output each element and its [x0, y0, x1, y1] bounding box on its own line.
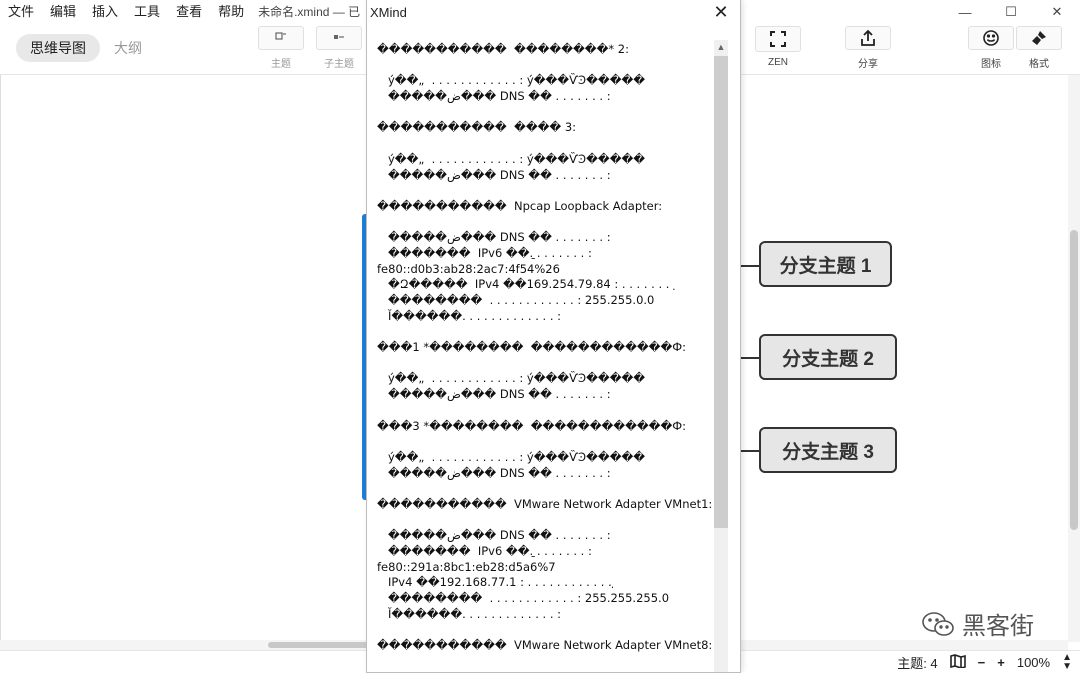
- map-icon[interactable]: [950, 654, 966, 671]
- console-line: �����ض��� DNS ��׺ . . . . . . . :: [377, 528, 712, 544]
- console-line: ����������� Npcap Loopback Adapter:: [377, 199, 712, 215]
- console-line: �������� . . . . . . . . . . . . : 255.2…: [377, 591, 712, 607]
- minimize-button[interactable]: —: [942, 0, 988, 24]
- console-line: ý��„ . . . . . . . . . . . . : ý���ѶϿ���…: [377, 73, 712, 89]
- console-line: ���3 *�������� ������������Ф:: [377, 419, 712, 435]
- console-line: ����������� VMware Network Adapter VMnet…: [377, 638, 712, 654]
- icons-button[interactable]: 图标: [966, 26, 1016, 70]
- subtopic-label: 子主题: [324, 55, 354, 70]
- console-line: ������� IPv6 ��ַ. . . . . . . . :: [377, 544, 712, 560]
- console-line: [377, 58, 712, 74]
- console-line: ý��„ . . . . . . . . . . . . : ý���ѶϿ���…: [377, 371, 712, 387]
- console-line: �������� . . . . . . . . . . . . : 255.2…: [377, 293, 712, 309]
- share-button[interactable]: 分享: [843, 26, 893, 70]
- console-line: fe80::d0b3:ab28:2ac7:4f54%26: [377, 262, 712, 278]
- topic-button[interactable]: 主题: [256, 26, 306, 70]
- subtopic-button[interactable]: 子主题: [314, 26, 364, 70]
- console-line: [377, 513, 712, 529]
- console-line: [377, 622, 712, 638]
- console-line: ����������� ���� 3:: [377, 120, 712, 136]
- branch-topic-1[interactable]: 分支主题 1: [759, 241, 892, 287]
- fullscreen-icon: [755, 26, 801, 52]
- zoom-level[interactable]: 100%: [1017, 655, 1050, 670]
- console-line: [377, 434, 712, 450]
- console-line: [377, 105, 712, 121]
- window-controls: — ☐ ✕: [942, 0, 1080, 24]
- popup-title: XMind: [370, 5, 407, 20]
- console-line: �Զ����� IPv4 ��169.254.79.84 : . . . . .…: [377, 277, 712, 293]
- topic-count: 主题: 4: [897, 653, 937, 672]
- scroll-thumb[interactable]: [1070, 230, 1078, 530]
- console-line: ����������� VMware Network Adapter VMnet…: [377, 497, 712, 513]
- console-line: ������� IPv6 ��ַ. . . . . . . . :: [377, 246, 712, 262]
- topic-label: 主题: [271, 55, 291, 70]
- view-switcher: 思维导图 大纲: [16, 34, 156, 62]
- console-line: �����ض��� DNS ��׺ . . . . . . . :: [377, 89, 712, 105]
- console-line: �����ض��� DNS ��׺ . . . . . . . :: [377, 168, 712, 184]
- console-line: ý��„ . . . . . . . . . . . . : ý���ѶϿ���…: [377, 152, 712, 168]
- format-button[interactable]: 格式: [1014, 26, 1064, 70]
- format-label: 格式: [1029, 55, 1049, 70]
- menu-insert[interactable]: 插入: [84, 0, 126, 24]
- menu-help[interactable]: 帮助: [210, 0, 252, 24]
- console-line: �����ض��� DNS ��׺ . . . . . . . :: [377, 387, 712, 403]
- zoom-in-button[interactable]: +: [997, 655, 1005, 670]
- icons-label: 图标: [981, 55, 1001, 70]
- menu-tools[interactable]: 工具: [126, 0, 168, 24]
- console-line: fe80::291a:8bc1:eb28:d5a6%7: [377, 560, 712, 576]
- share-label: 分享: [858, 55, 878, 70]
- console-line: [377, 403, 712, 419]
- canvas-edge: [0, 75, 1, 640]
- share-icon: [845, 26, 891, 50]
- console-line: Ĭ������. . . . . . . . . . . . . :: [377, 607, 712, 623]
- tab-mindmap[interactable]: 思维导图: [16, 34, 100, 62]
- watermark-text: 黑客街: [962, 606, 1034, 641]
- popup-scroll-thumb[interactable]: [714, 56, 728, 528]
- wechat-icon: [920, 610, 956, 638]
- console-line: [377, 183, 712, 199]
- emoji-icon: [968, 26, 1014, 50]
- branch-connector: [740, 450, 760, 452]
- console-line: [377, 324, 712, 340]
- zoom-stepper-icon[interactable]: ▲ ▼: [1062, 653, 1072, 671]
- console-line: [377, 215, 712, 231]
- menu-edit[interactable]: 编辑: [42, 0, 84, 24]
- zen-label: ZEN: [768, 57, 788, 68]
- scroll-thumb[interactable]: [268, 642, 378, 648]
- zen-button[interactable]: ZEN: [753, 26, 803, 70]
- console-line: ����������� ��������* 2:: [377, 42, 712, 58]
- canvas-vertical-scrollbar[interactable]: [1068, 75, 1080, 642]
- console-line: [377, 481, 712, 497]
- menu-view[interactable]: 查看: [168, 0, 210, 24]
- console-popup-window: XMind ✕ ����������� ��������* 2: ý��„ . …: [367, 0, 740, 672]
- popup-close-button[interactable]: ✕: [710, 2, 732, 23]
- watermark: 黑客街: [920, 606, 1034, 641]
- brush-icon: [1016, 26, 1062, 50]
- document-title: 未命名.xmind — 已: [258, 0, 360, 24]
- close-button[interactable]: ✕: [1034, 0, 1080, 24]
- branch-connector: [740, 265, 760, 267]
- popup-scrollbar[interactable]: ▲: [714, 40, 728, 672]
- branch-connector: [740, 357, 760, 359]
- console-line: �����ض��� DNS ��׺ . . . . . . . :: [377, 230, 712, 246]
- console-line: IPv4 ��192.168.77.1 : . . . . . . . . . …: [377, 575, 712, 591]
- console-line: ý��„ . . . . . . . . . . . . : ý���ѶϿ���…: [377, 450, 712, 466]
- subtopic-icon: [316, 26, 362, 50]
- menu-file[interactable]: 文件: [0, 0, 42, 24]
- console-line: ���1 *�������� ������������Ф:: [377, 340, 712, 356]
- maximize-button[interactable]: ☐: [988, 0, 1034, 24]
- console-output: ����������� ��������* 2: ý��„ . . . . . …: [377, 42, 712, 672]
- zoom-out-button[interactable]: −: [978, 655, 986, 670]
- console-line: [377, 356, 712, 372]
- status-right: 主题: 4 − + 100% ▲ ▼: [885, 651, 1072, 673]
- tab-outline[interactable]: 大纲: [100, 34, 156, 62]
- branch-topic-2[interactable]: 分支主题 2: [759, 334, 897, 380]
- branch-topic-3[interactable]: 分支主题 3: [759, 427, 897, 473]
- popup-titlebar: XMind ✕: [367, 0, 740, 26]
- console-line: [377, 136, 712, 152]
- scroll-up-arrow-icon[interactable]: ▲: [714, 40, 728, 54]
- console-line: �����ض��� DNS ��׺ . . . . . . . :: [377, 466, 712, 482]
- topic-icon: [258, 26, 304, 50]
- console-line: Ĭ������. . . . . . . . . . . . . :: [377, 309, 712, 325]
